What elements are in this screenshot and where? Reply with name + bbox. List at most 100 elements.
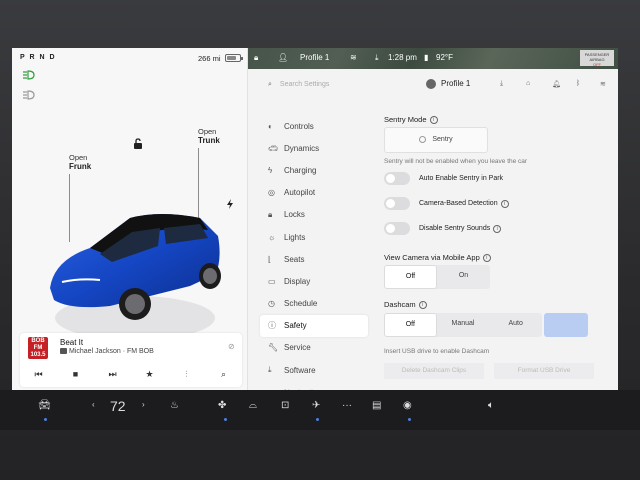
dashcam-selector: Off Manual Auto bbox=[384, 313, 542, 337]
nav-item-dynamics[interactable]: 🚗︎ Dynamics bbox=[260, 137, 368, 159]
nav-item-seats[interactable]: ⌊ Seats bbox=[260, 248, 368, 270]
nav-item-label: Autopilot bbox=[284, 188, 316, 198]
media-controls: ⏮ ■ ⏭ ★ ⫶ ⌕ bbox=[20, 366, 242, 382]
bell-icon[interactable]: 🔔︎ bbox=[552, 80, 561, 88]
mute-icon[interactable]: ⊘ bbox=[228, 342, 235, 351]
nav-item-service[interactable]: 🔧︎ Service bbox=[260, 337, 368, 359]
dashcam-heading: Dashcam i bbox=[384, 300, 427, 310]
unlock-icon[interactable] bbox=[132, 138, 144, 150]
previous-track-icon[interactable]: ⏮ bbox=[31, 369, 47, 380]
wifi-icon[interactable]: ≋ bbox=[600, 80, 606, 88]
media-player[interactable]: BOB FM 103.5 Beat It Michael Jackson · F… bbox=[20, 333, 242, 387]
nav-item-label: Dynamics bbox=[284, 143, 320, 153]
nav-item-lights[interactable]: ☼ Lights bbox=[260, 226, 368, 248]
car-icon: 🚗︎ bbox=[268, 143, 279, 153]
option-manual[interactable]: Manual bbox=[437, 313, 490, 337]
nav-item-navigation[interactable]: ➤Navigation bbox=[260, 381, 368, 390]
toggle-row: Auto Enable Sentry in Park bbox=[384, 172, 503, 185]
nav-item-controls[interactable]: ◐ Controls bbox=[260, 115, 368, 137]
info-icon[interactable]: i bbox=[418, 301, 427, 310]
nav-item-safety[interactable]: ⓘ Safety bbox=[260, 314, 368, 337]
nav-item-label: Software bbox=[284, 365, 316, 375]
settings-navigation: ◐ Controls 🚗︎ Dynamics ϟ Charging ◎ Autopilot 🔒︎… bbox=[260, 115, 368, 390]
navigation-app-icon[interactable]: ✈ bbox=[312, 400, 320, 411]
sentry-button[interactable]: Sentry bbox=[384, 127, 488, 153]
lock-icon[interactable]: 🔒︎ bbox=[254, 53, 258, 63]
open-trunk-label[interactable]: Open Trunk bbox=[198, 127, 220, 145]
info-icon[interactable]: i bbox=[482, 254, 491, 263]
option-auto[interactable]: Auto bbox=[489, 313, 542, 337]
seat-icon: ⌊ bbox=[268, 254, 272, 264]
next-track-icon[interactable]: ⏭ bbox=[105, 369, 121, 380]
cabin-temperature[interactable]: 72 bbox=[110, 398, 126, 414]
nav-item-label: Service bbox=[284, 343, 311, 353]
clock-icon: ◷ bbox=[268, 299, 275, 309]
display-icon: ▭ bbox=[268, 276, 276, 286]
toggle-switch[interactable] bbox=[384, 222, 410, 235]
artist-line: Michael Jackson · FM BOB bbox=[60, 348, 154, 355]
equalizer-icon[interactable]: ⫶ bbox=[179, 369, 195, 380]
toggle-row: Disable Sentry Sounds i bbox=[384, 222, 502, 235]
favorite-star-icon[interactable]: ★ bbox=[142, 369, 158, 380]
download-icon[interactable]: ⤓ bbox=[375, 53, 379, 63]
dashcam-action-button[interactable] bbox=[544, 313, 588, 337]
option-off[interactable]: Off bbox=[384, 313, 437, 337]
nav-item-label: Controls bbox=[284, 121, 314, 131]
toggle-switch[interactable] bbox=[384, 197, 410, 210]
radio-icon bbox=[60, 348, 67, 355]
info-icon[interactable]: i bbox=[500, 199, 509, 208]
stop-icon[interactable]: ■ bbox=[68, 369, 84, 379]
seat-heater-icon[interactable]: ♨ bbox=[170, 400, 179, 411]
active-indicator bbox=[44, 418, 47, 421]
nav-item-schedule[interactable]: ◷ Schedule bbox=[260, 293, 368, 315]
info-icon[interactable]: i bbox=[493, 224, 502, 233]
option-on[interactable]: On bbox=[437, 265, 490, 289]
usb-note: Insert USB drive to enable Dashcam bbox=[384, 348, 490, 355]
active-indicator bbox=[224, 418, 227, 421]
gear-selector: P R N D bbox=[20, 54, 57, 61]
search-icon[interactable]: ⌕ bbox=[216, 369, 232, 380]
front-defrost-icon[interactable]: ⌓ bbox=[249, 400, 257, 411]
nav-item-label: Safety bbox=[284, 321, 307, 331]
sentry-mode-heading: Sentry Mode i bbox=[384, 115, 438, 125]
nav-item-autopilot[interactable]: ◎ Autopilot bbox=[260, 182, 368, 204]
home-icon[interactable]: ⌂ bbox=[526, 80, 530, 87]
bluetooth-icon[interactable]: ᛒ bbox=[576, 80, 580, 87]
open-frunk-label[interactable]: Open Frunk bbox=[69, 153, 91, 171]
active-indicator bbox=[316, 418, 319, 421]
profile-icon bbox=[426, 79, 436, 89]
fan-icon[interactable]: ✤ bbox=[218, 400, 226, 411]
nav-item-label: Seats bbox=[284, 254, 305, 264]
settings-panel: ⌕ Search Settings Profile 1 ⤓ ⌂ 🔔︎ ᛒ ≋ ◐ C… bbox=[248, 69, 618, 390]
battery-icon bbox=[225, 54, 243, 62]
search-settings-field[interactable]: ⌕ Search Settings bbox=[268, 81, 329, 89]
sentry-note: Sentry will not be enabled when you leav… bbox=[384, 158, 528, 165]
temp-decrease-icon[interactable]: ‹ bbox=[92, 400, 95, 409]
nav-item-locks[interactable]: 🔒︎ Locks bbox=[260, 204, 368, 226]
lte-icon: ▮ bbox=[424, 53, 429, 62]
top-profile-name[interactable]: Profile 1 bbox=[300, 53, 329, 62]
nav-item-display[interactable]: ▭ Display bbox=[260, 270, 368, 292]
camera-app-icon[interactable]: ◉ bbox=[403, 400, 412, 411]
format-usb-drive-button[interactable]: Format USB Drive bbox=[494, 363, 594, 379]
calendar-app-icon[interactable]: ▤ bbox=[372, 400, 381, 411]
nav-item-software[interactable]: ⤓ Software bbox=[260, 359, 368, 381]
info-icon[interactable]: i bbox=[429, 116, 438, 125]
more-apps-icon[interactable]: ··· bbox=[342, 400, 352, 411]
rear-defrost-icon[interactable]: ⊡ bbox=[281, 400, 289, 411]
car-image bbox=[50, 214, 221, 340]
volume-icon[interactable]: 🔈︎ bbox=[488, 400, 494, 411]
car-visualization: Open Frunk Open Trunk bbox=[12, 78, 248, 348]
toggle-switch[interactable] bbox=[384, 172, 410, 185]
temp-increase-icon[interactable]: › bbox=[142, 400, 145, 409]
nav-item-label: Schedule bbox=[284, 299, 318, 309]
profile-icon[interactable]: 👤︎ bbox=[278, 53, 288, 62]
bolt-icon: ϟ bbox=[268, 165, 273, 175]
nav-item-charging[interactable]: ϟ Charging bbox=[260, 159, 368, 181]
option-off[interactable]: Off bbox=[384, 265, 437, 289]
delete-dashcam-clips-button[interactable]: Delete Dashcam Clips bbox=[384, 363, 484, 379]
car-icon[interactable]: 🚘︎ bbox=[38, 400, 51, 411]
profile-button[interactable]: Profile 1 bbox=[426, 79, 470, 89]
download-icon[interactable]: ⤓ bbox=[500, 80, 503, 88]
nav-item-label: Locks bbox=[284, 210, 305, 220]
